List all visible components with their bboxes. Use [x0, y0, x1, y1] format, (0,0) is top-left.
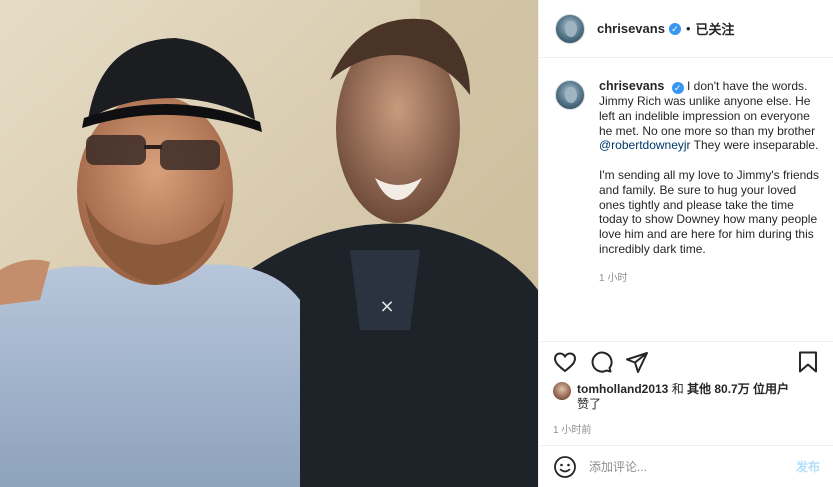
emoji-icon[interactable] [553, 455, 577, 479]
likes-suffix: 赞了 [577, 397, 602, 411]
likes-text: tomholland2013 和 其他 80.7万 位用户 赞了 [577, 382, 789, 412]
action-icons [553, 342, 820, 382]
post-photo[interactable]: ⨯ [0, 0, 538, 487]
post-side-panel: chrisevans ✓ • 已关注 chrisevans ✓ I don't … [538, 0, 833, 487]
caption-paragraph-1-end: They were inseparable. [690, 138, 819, 153]
liker-username[interactable]: tomholland2013 [577, 382, 668, 396]
comment-icon[interactable] [589, 350, 613, 374]
caption-avatar[interactable] [555, 80, 585, 110]
likes-others-count[interactable]: 其他 80.7万 位用户 [687, 382, 789, 396]
author-username[interactable]: chrisevans [597, 21, 665, 36]
add-comment-bar: 添加评论... 发布 [539, 445, 833, 487]
comments-section[interactable]: chrisevans ✓ I don't have the words. Jim… [539, 59, 833, 341]
caption-text: chrisevans ✓ I don't have the words. Jim… [599, 79, 820, 257]
caption-timestamp: 1 小时 [599, 272, 628, 284]
follow-status-button[interactable]: 已关注 [696, 19, 735, 38]
post-actions: tomholland2013 和 其他 80.7万 位用户 赞了 1 小时前 [539, 341, 833, 436]
caption-username[interactable]: chrisevans [599, 79, 664, 93]
header-separator: • [685, 21, 691, 36]
post-photo-illustration: ⨯ [0, 0, 538, 487]
caption-paragraph-2: I'm sending all my love to Jimmy's frien… [599, 167, 819, 256]
caption: chrisevans ✓ I don't have the words. Jim… [555, 79, 820, 257]
caption-verified-badge-icon: ✓ [671, 82, 684, 94]
verified-badge-icon: ✓ [668, 22, 681, 35]
post-header: chrisevans ✓ • 已关注 [539, 0, 833, 58]
instagram-post: ⨯ chrisevans ✓ • 已关注 chrisevans ✓ I don'… [0, 0, 833, 487]
svg-text:⨯: ⨯ [379, 296, 394, 317]
liker-avatar[interactable] [553, 382, 571, 400]
comment-input[interactable]: 添加评论... [589, 458, 796, 475]
likes-summary: tomholland2013 和 其他 80.7万 位用户 赞了 [553, 382, 820, 412]
heart-icon[interactable] [553, 350, 577, 374]
author-avatar[interactable] [555, 13, 585, 44]
likes-connector: 和 [668, 382, 688, 396]
bookmark-icon[interactable] [796, 350, 820, 374]
publish-button[interactable]: 发布 [796, 458, 820, 475]
share-icon[interactable] [625, 350, 649, 374]
post-timestamp[interactable]: 1 小时前 [553, 421, 820, 436]
mention-link[interactable]: @robertdowneyjr [599, 138, 691, 152]
